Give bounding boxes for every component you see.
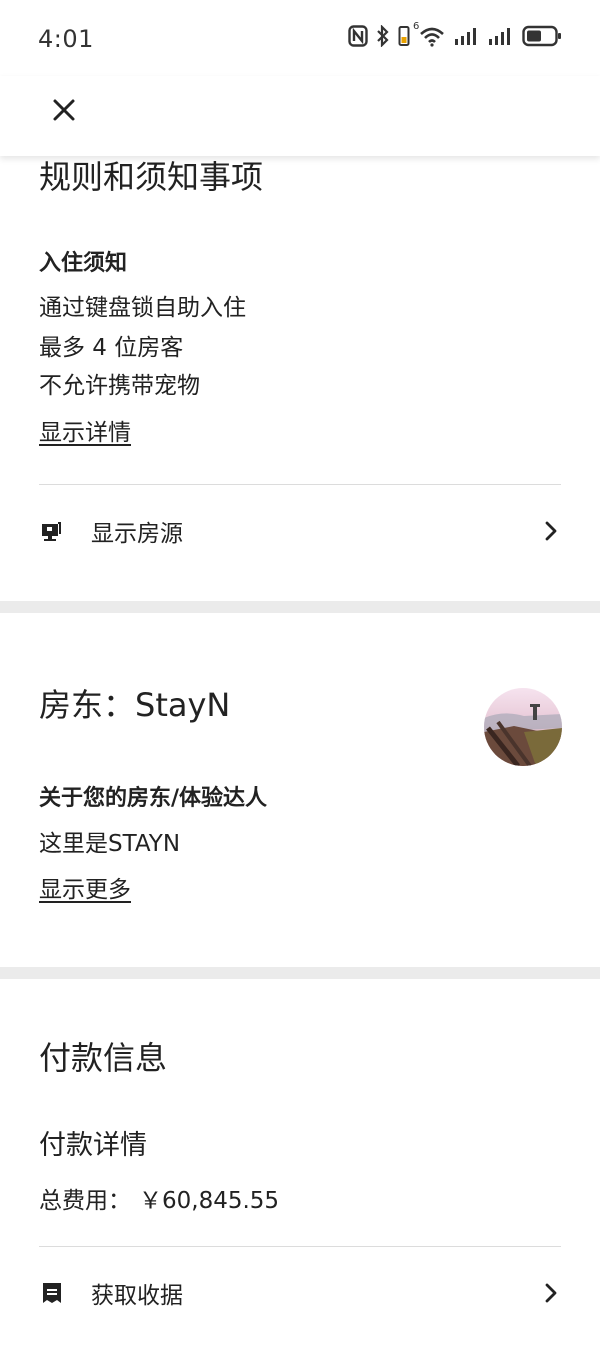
status-bar: 4:01 6 xyxy=(0,0,600,76)
show-listing-row[interactable]: 显示房源 xyxy=(39,506,561,556)
about-host-text: 这里是STAYN xyxy=(39,831,181,857)
total-fee-label: 总费用： xyxy=(39,1188,131,1214)
bluetooth-icon xyxy=(376,24,390,51)
get-receipt-label: 获取收据 xyxy=(91,1283,183,1309)
nfc-icon xyxy=(348,25,368,51)
vibrate-icon xyxy=(398,25,410,51)
rule-item-checkin: 通过键盘锁自助入住 xyxy=(39,295,246,321)
divider xyxy=(39,1246,561,1247)
listing-icon xyxy=(39,518,65,544)
get-receipt-row[interactable]: 获取收据 xyxy=(39,1268,561,1318)
divider xyxy=(39,484,561,485)
show-more-link[interactable]: 显示更多 xyxy=(39,870,131,904)
close-icon xyxy=(52,98,76,126)
about-host-heading: 关于您的房东/体验达人 xyxy=(39,786,268,811)
section-separator xyxy=(0,601,600,613)
status-time: 4:01 xyxy=(38,25,94,53)
top-app-bar xyxy=(0,76,600,156)
status-icons: 6 xyxy=(348,21,562,52)
total-fee-value: ￥60,845.55 xyxy=(139,1188,280,1214)
checkin-heading: 入住须知 xyxy=(39,251,128,276)
host-avatar[interactable] xyxy=(484,688,562,766)
chevron-right-icon xyxy=(541,1283,561,1303)
wifi-icon: 6 xyxy=(413,21,446,51)
rule-item-pets: 不允许携带宠物 xyxy=(39,373,200,399)
wifi-badge: 6 xyxy=(413,21,420,32)
battery-icon xyxy=(522,25,562,51)
total-fee: 总费用： ￥60,845.55 xyxy=(39,1181,279,1215)
rules-title: 规则和须知事项 xyxy=(39,158,264,196)
show-listing-label: 显示房源 xyxy=(91,521,183,547)
signal-icon xyxy=(454,26,480,50)
close-button[interactable] xyxy=(44,92,84,132)
chevron-right-icon xyxy=(541,521,561,541)
host-title: 房东：StayN xyxy=(39,686,231,724)
show-details-link[interactable]: 显示详情 xyxy=(39,413,131,447)
payment-details-heading: 付款详情 xyxy=(39,1130,147,1161)
signal-icon xyxy=(488,26,514,50)
rule-item-guests: 最多 4 位房客 xyxy=(39,335,184,361)
receipt-icon xyxy=(39,1280,65,1306)
section-separator xyxy=(0,967,600,979)
payment-title: 付款信息 xyxy=(39,1039,168,1077)
